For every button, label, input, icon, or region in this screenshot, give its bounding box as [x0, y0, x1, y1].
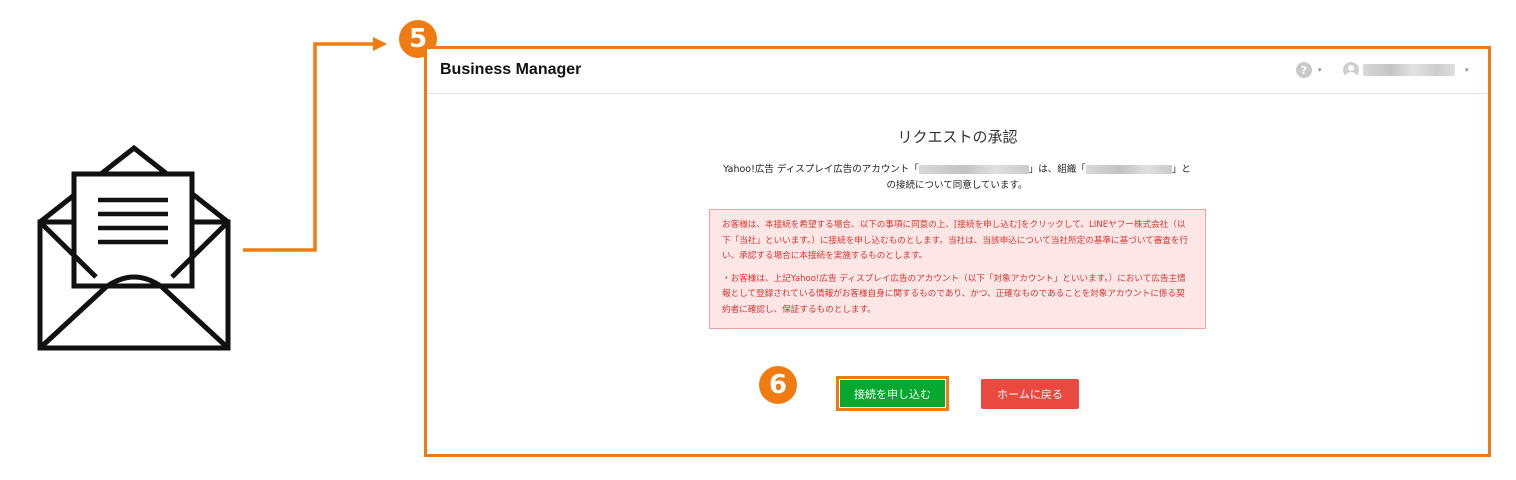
account-menu-caret-icon[interactable]: ▾	[1465, 66, 1469, 74]
notice-paragraph-2: ・お客様は、上記Yahoo!広告 ディスプレイ広告のアカウント（以下「対象アカウ…	[722, 273, 1186, 315]
redacted-organization-name	[1085, 165, 1172, 174]
redacted-account-id	[918, 165, 1029, 174]
message-part-1: Yahoo!広告 ディスプレイ広告のアカウント「	[723, 164, 919, 175]
terms-notice: お客様は、本接続を希望する場合、以下の事項に同意の上、[接続を申し込む]をクリッ…	[709, 209, 1206, 329]
message-part-3: 」と	[1171, 164, 1191, 175]
notice-paragraph-1: お客様は、本接続を希望する場合、以下の事項に同意の上、[接続を申し込む]をクリッ…	[722, 220, 1189, 262]
help-menu-caret-icon[interactable]: ▾	[1318, 66, 1322, 74]
open-envelope-icon	[37, 144, 231, 351]
approval-message: Yahoo!広告 ディスプレイ広告のアカウント「 」は、組織「 」と の接続について…	[697, 162, 1217, 194]
user-avatar-icon[interactable]	[1343, 62, 1359, 78]
back-to-home-button[interactable]: ホームに戻る	[981, 379, 1079, 409]
step-6-badge: 6	[759, 366, 797, 404]
connect-request-label[interactable]: 接続を申し込む	[840, 380, 945, 407]
connect-request-button[interactable]: 接続を申し込む	[836, 376, 949, 411]
account-name-redacted[interactable]	[1363, 64, 1455, 76]
business-manager-window: Business Manager ? ▾ ▾ リクエストの承認 Yahoo!広告…	[424, 46, 1491, 457]
help-icon[interactable]: ?	[1296, 62, 1312, 78]
message-line-2: の接続について同意しています。	[886, 180, 1028, 191]
brand-title: Business Manager	[440, 61, 582, 78]
page-title: リクエストの承認	[897, 128, 1018, 146]
top-bar: Business Manager ? ▾ ▾	[427, 49, 1488, 94]
message-part-2: 」は、組織「	[1028, 164, 1086, 175]
